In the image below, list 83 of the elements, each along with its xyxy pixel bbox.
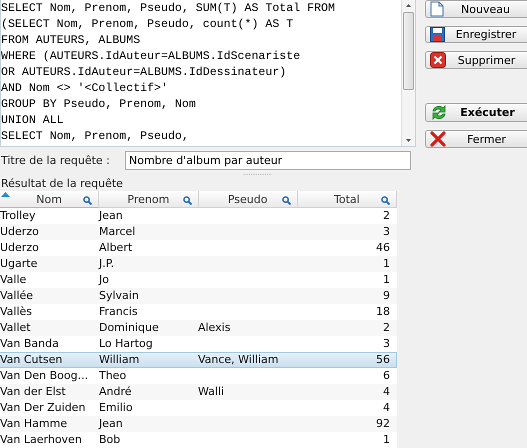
table-cell-text: Albert <box>98 241 134 255</box>
table-cell-text: Van Den Boog... <box>0 369 90 383</box>
sort-ascending-icon <box>1 192 10 197</box>
table-row[interactable]: Vallet Dominique Alexis 2 <box>0 320 397 336</box>
table-cell-text: 3 <box>382 337 391 351</box>
table-cell-text: Vallet <box>0 321 32 335</box>
delete-button[interactable]: Supprimer <box>425 51 527 69</box>
table-cell-text: Dominique <box>98 321 160 335</box>
table-cell-text: Theo <box>98 369 128 383</box>
table-row[interactable]: Van der Elst André Walli 4 <box>0 384 397 400</box>
table-cell-text: Van Der Zuiden <box>0 401 86 415</box>
table-cell-text: Jean <box>98 417 124 431</box>
table-cell-text: Trolley <box>0 209 37 223</box>
table-cell-text: Vallès <box>0 305 34 319</box>
table-row[interactable]: Ugarte J.P. 1 <box>0 256 397 272</box>
table-cell-text: Uderzo <box>0 225 40 239</box>
table-cell-text: 4 <box>382 401 391 415</box>
search-icon[interactable] <box>282 196 291 205</box>
table-cell-text: Ugarte <box>0 257 38 271</box>
table-row[interactable]: Vallès Francis 18 <box>0 304 397 320</box>
table-row[interactable]: Van Den Boog... Theo 6 <box>0 368 397 384</box>
table-cell-text: Van Laerhoven <box>0 433 83 447</box>
table-cell-text: Jean <box>98 209 124 223</box>
refresh-icon <box>430 104 448 121</box>
new-button[interactable]: Nouveau <box>425 0 527 18</box>
table-cell-text: Van Banda <box>0 337 60 351</box>
result-label: Résultat de la requête <box>0 177 124 191</box>
table-row[interactable]: Van Cutsen William Vance, William 56 <box>0 352 397 368</box>
table-cell-text: Emilio <box>98 401 134 415</box>
table-cell-text: 2 <box>382 209 391 223</box>
table-row[interactable]: Uderzo Marcel 3 <box>0 224 397 240</box>
table-cell-text: Van der Elst <box>0 385 67 399</box>
close-icon <box>430 131 446 147</box>
close-button[interactable]: Fermer <box>425 130 527 148</box>
table-cell-text: Francis <box>98 305 139 319</box>
table-cell-text: Van Hamme <box>0 417 68 431</box>
table-cell-text: Vallée <box>0 289 34 303</box>
title-input-field[interactable]: Nombre d'album par auteur <box>125 151 411 170</box>
table-cell-text: 9 <box>382 289 391 303</box>
table-cell-text: 2 <box>382 321 391 335</box>
table-cell-text: Walli <box>198 385 226 399</box>
table-cell-text: 92 <box>374 417 391 431</box>
table-row[interactable]: Trolley Jean 2 <box>0 208 397 224</box>
sql-query-field[interactable]: SELECT Nom, Prenom, Pseudo, SUM(T) AS Total FROM (SELECT Nom, Prenom, Pseudo, count(*) AS T FROM AUTEURS, ALBUMS WHERE (AUTEURS.IdAuteur=ALBUMS.IdScenariste OR AUTEURS.IdAuteur=ALBUMS.IdDessinateur) AND Nom <> '<Collectif>' GROUP BY Pseudo, Prenom, Nom UNION ALL SELECT Nom, Prenom, Pseudo, <box>0 0 416 147</box>
table-cell-text: 3 <box>382 225 391 239</box>
table-cell-text: Bob <box>98 433 122 447</box>
table-cell-text: 56 <box>374 353 391 367</box>
table-cell-text: 4 <box>382 385 391 399</box>
table-row[interactable]: Van Hamme Jean 92 <box>0 416 397 432</box>
splitter-grip-icon[interactable] <box>242 173 274 176</box>
save-button[interactable]: Enregistrer <box>425 26 527 43</box>
table-row[interactable]: Vallée Sylvain 9 <box>0 288 397 304</box>
table-cell-text: Lo Hartog <box>98 337 154 351</box>
table-cell-text: Jo <box>98 273 110 287</box>
table-cell-text: J.P. <box>98 257 116 271</box>
table-cell-text: William <box>98 353 140 367</box>
table-cell-text: 18 <box>374 305 391 319</box>
table-cell-text: Valle <box>0 273 28 287</box>
table-cell-text: 1 <box>382 433 391 447</box>
scrollbar[interactable] <box>401 0 415 146</box>
table-row[interactable]: Van Banda Lo Hartog 3 <box>0 336 397 352</box>
table-row[interactable]: Van Laerhoven Bob 1 <box>0 432 397 448</box>
table-cell-text: 46 <box>374 241 391 255</box>
table-row[interactable]: Valle Jo 1 <box>0 272 397 288</box>
title-label: Titre de la requête : <box>0 154 111 168</box>
delete-icon <box>430 52 446 68</box>
table-row[interactable]: Van Der Zuiden Emilio 4 <box>0 400 397 416</box>
search-icon[interactable] <box>182 196 192 205</box>
run-button[interactable]: Exécuter <box>425 103 527 122</box>
table-cell-text: Uderzo <box>0 241 40 255</box>
search-icon[interactable] <box>381 196 390 205</box>
table-cell-text: Vance, William <box>198 353 280 367</box>
table-cell-text: 6 <box>382 369 391 383</box>
table-cell-text: André <box>98 385 133 399</box>
table-cell-text: Van Cutsen <box>0 353 64 367</box>
table-cell-text: 1 <box>382 257 391 271</box>
table-cell-text: Sylvain <box>98 289 140 303</box>
table-row[interactable]: Uderzo Albert 46 <box>0 240 397 256</box>
table-cell-text: Marcel <box>98 225 136 239</box>
table-cell-text: Alexis <box>198 321 232 335</box>
search-icon[interactable] <box>83 196 92 205</box>
table-cell-text: 1 <box>382 273 391 287</box>
document-icon <box>430 1 444 17</box>
